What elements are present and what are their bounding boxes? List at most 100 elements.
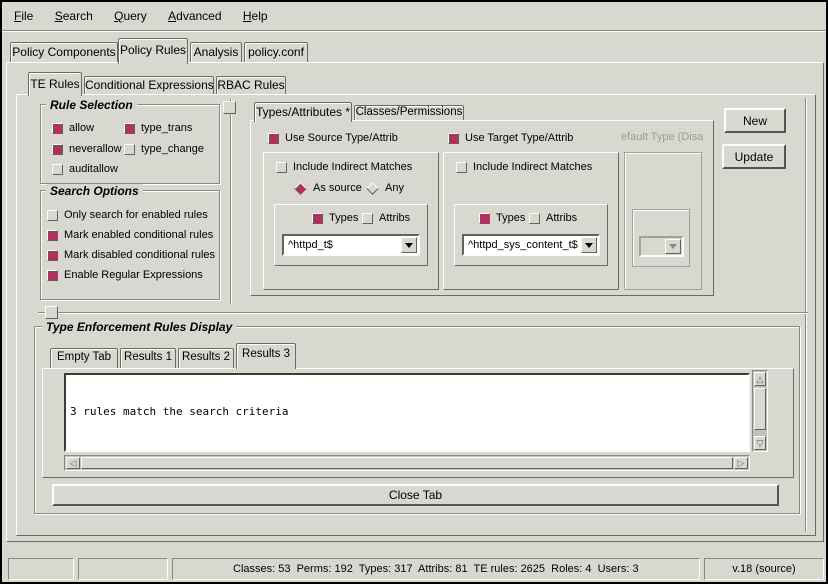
checkbox-type-change[interactable]: type_change [124, 143, 204, 155]
tab-policy-conf[interactable]: policy.conf [244, 42, 308, 62]
scroll-right-arrow-icon[interactable]: ▷ [734, 457, 748, 469]
checkbox-indicator [312, 213, 323, 224]
tab-rbac-rules[interactable]: RBAC Rules [216, 76, 286, 94]
checkbox-label: neverallow [69, 143, 122, 155]
scroll-left-arrow-icon[interactable]: ◁ [66, 457, 80, 469]
tab-results-1[interactable]: Results 1 [120, 348, 176, 368]
apol-window: File Search Query Advanced Help Policy C… [0, 0, 828, 584]
dropdown-button[interactable] [401, 237, 417, 253]
results-textarea[interactable]: 3 rules match the search criteria (5822)… [64, 373, 750, 452]
tab-policy-components[interactable]: Policy Components [10, 42, 118, 62]
vertical-sash [230, 98, 232, 304]
results-group-title: Type Enforcement Rules Display [42, 320, 236, 334]
horizontal-sash-handle[interactable] [45, 306, 58, 319]
policy-stats-text: Classes: 53 Perms: 192 Types: 317 Attrib… [233, 563, 639, 575]
status-box-left [8, 558, 74, 580]
checkbox-label: Attribs [379, 212, 410, 224]
search-options-title: Search Options [46, 184, 143, 198]
checkbox-indicator [268, 133, 279, 144]
target-types-checkbox[interactable]: Types [479, 212, 525, 224]
checkbox-indicator [124, 123, 135, 134]
checkbox-label: type_trans [141, 122, 192, 134]
source-include-indirect-checkbox[interactable]: Include Indirect Matches [276, 161, 412, 173]
checkbox-indicator [124, 144, 135, 155]
tab-types-attributes[interactable]: Types/Attributes * [254, 102, 352, 122]
radio-indicator [294, 182, 307, 195]
checkbox-indicator [52, 123, 63, 134]
new-button[interactable]: New [724, 108, 786, 133]
checkbox-only-enabled-rules[interactable]: Only search for enabled rules [47, 209, 208, 221]
scroll-down-arrow-icon[interactable]: ▽ [754, 436, 766, 450]
source-types-checkbox[interactable]: Types [312, 212, 358, 224]
menu-file[interactable]: File [14, 9, 33, 23]
tab-conditional-expressions[interactable]: Conditional Expressions [84, 76, 214, 94]
target-type-combobox[interactable]: ^httpd_sys_content_t$ [462, 234, 600, 256]
tab-analysis[interactable]: Analysis [190, 42, 242, 62]
radio-label: Any [385, 182, 404, 194]
target-include-indirect-checkbox[interactable]: Include Indirect Matches [456, 161, 592, 173]
scroll-up-arrow-icon[interactable]: △ [754, 372, 766, 386]
checkbox-allow[interactable]: allow [52, 122, 94, 134]
scrollbar-thumb[interactable] [754, 388, 766, 430]
checkbox-neverallow[interactable]: neverallow [52, 143, 122, 155]
checkbox-label: Include Indirect Matches [293, 161, 412, 173]
results-vertical-scrollbar[interactable]: △ ▽ [752, 370, 768, 452]
scrollbar-thumb[interactable] [81, 457, 733, 469]
checkbox-label: allow [69, 122, 94, 134]
results-horizontal-scrollbar[interactable]: ◁ ▷ [64, 455, 750, 471]
checkbox-label: auditallow [69, 163, 118, 175]
checkbox-indicator [479, 213, 490, 224]
menu-search[interactable]: Search [55, 9, 93, 23]
menu-bar: File Search Query Advanced Help [2, 2, 826, 31]
checkbox-mark-disabled-conditional[interactable]: Mark disabled conditional rules [47, 249, 215, 261]
checkbox-label: Use Target Type/Attrib [465, 132, 573, 144]
checkbox-label: Only search for enabled rules [64, 209, 208, 221]
radio-as-source[interactable]: As source [294, 182, 362, 194]
source-type-combobox[interactable]: ^httpd_t$ [282, 234, 420, 256]
checkbox-enable-regex[interactable]: Enable Regular Expressions [47, 269, 203, 281]
tab-policy-rules[interactable]: Policy Rules [118, 38, 188, 64]
checkbox-label: Types [496, 212, 525, 224]
close-tab-button[interactable]: Close Tab [52, 484, 779, 506]
horizontal-sash [38, 312, 808, 314]
source-attribs-checkbox[interactable]: Attribs [362, 212, 410, 224]
tab-results-2[interactable]: Results 2 [178, 348, 234, 368]
update-button[interactable]: Update [722, 144, 786, 169]
menu-query[interactable]: Query [114, 9, 147, 23]
combobox-value [641, 238, 664, 255]
checkbox-indicator [47, 250, 58, 261]
vertical-sash-handle[interactable] [223, 101, 236, 114]
checkbox-auditallow[interactable]: auditallow [52, 163, 118, 175]
checkbox-label: type_change [141, 143, 204, 155]
tab-empty-tab[interactable]: Empty Tab [50, 348, 118, 368]
results-summary: 3 rules match the search criteria [70, 405, 744, 419]
menu-advanced[interactable]: Advanced [168, 9, 221, 23]
checkbox-mark-enabled-conditional[interactable]: Mark enabled conditional rules [47, 229, 213, 241]
status-box-message [78, 558, 168, 580]
dropdown-button[interactable] [581, 237, 597, 253]
status-box-stats: Classes: 53 Perms: 192 Types: 317 Attrib… [172, 558, 700, 580]
checkbox-indicator [47, 210, 58, 221]
checkbox-indicator [456, 162, 467, 173]
checkbox-indicator [448, 133, 459, 144]
radio-any[interactable]: Any [366, 182, 404, 194]
use-target-checkbox[interactable]: Use Target Type/Attrib [448, 132, 573, 144]
target-attribs-checkbox[interactable]: Attribs [529, 212, 577, 224]
radio-label: As source [313, 182, 362, 194]
radio-indicator [366, 182, 379, 195]
status-box-version: v.18 (source) [704, 558, 824, 580]
menu-help[interactable]: Help [243, 9, 268, 23]
tab-results-3[interactable]: Results 3 [236, 343, 296, 369]
dropdown-arrow-icon [405, 243, 413, 248]
blank-line [70, 447, 744, 452]
checkbox-type-trans[interactable]: type_trans [124, 122, 192, 134]
tab-classes-permissions[interactable]: Classes/Permissions [354, 105, 464, 120]
use-source-checkbox[interactable]: Use Source Type/Attrib [268, 132, 398, 144]
tab-te-rules[interactable]: TE Rules [28, 72, 82, 96]
checkbox-indicator [52, 144, 63, 155]
checkbox-label: Include Indirect Matches [473, 161, 592, 173]
checkbox-indicator [47, 270, 58, 281]
checkbox-label: Mark enabled conditional rules [64, 229, 213, 241]
checkbox-indicator [52, 164, 63, 175]
checkbox-indicator [362, 213, 373, 224]
